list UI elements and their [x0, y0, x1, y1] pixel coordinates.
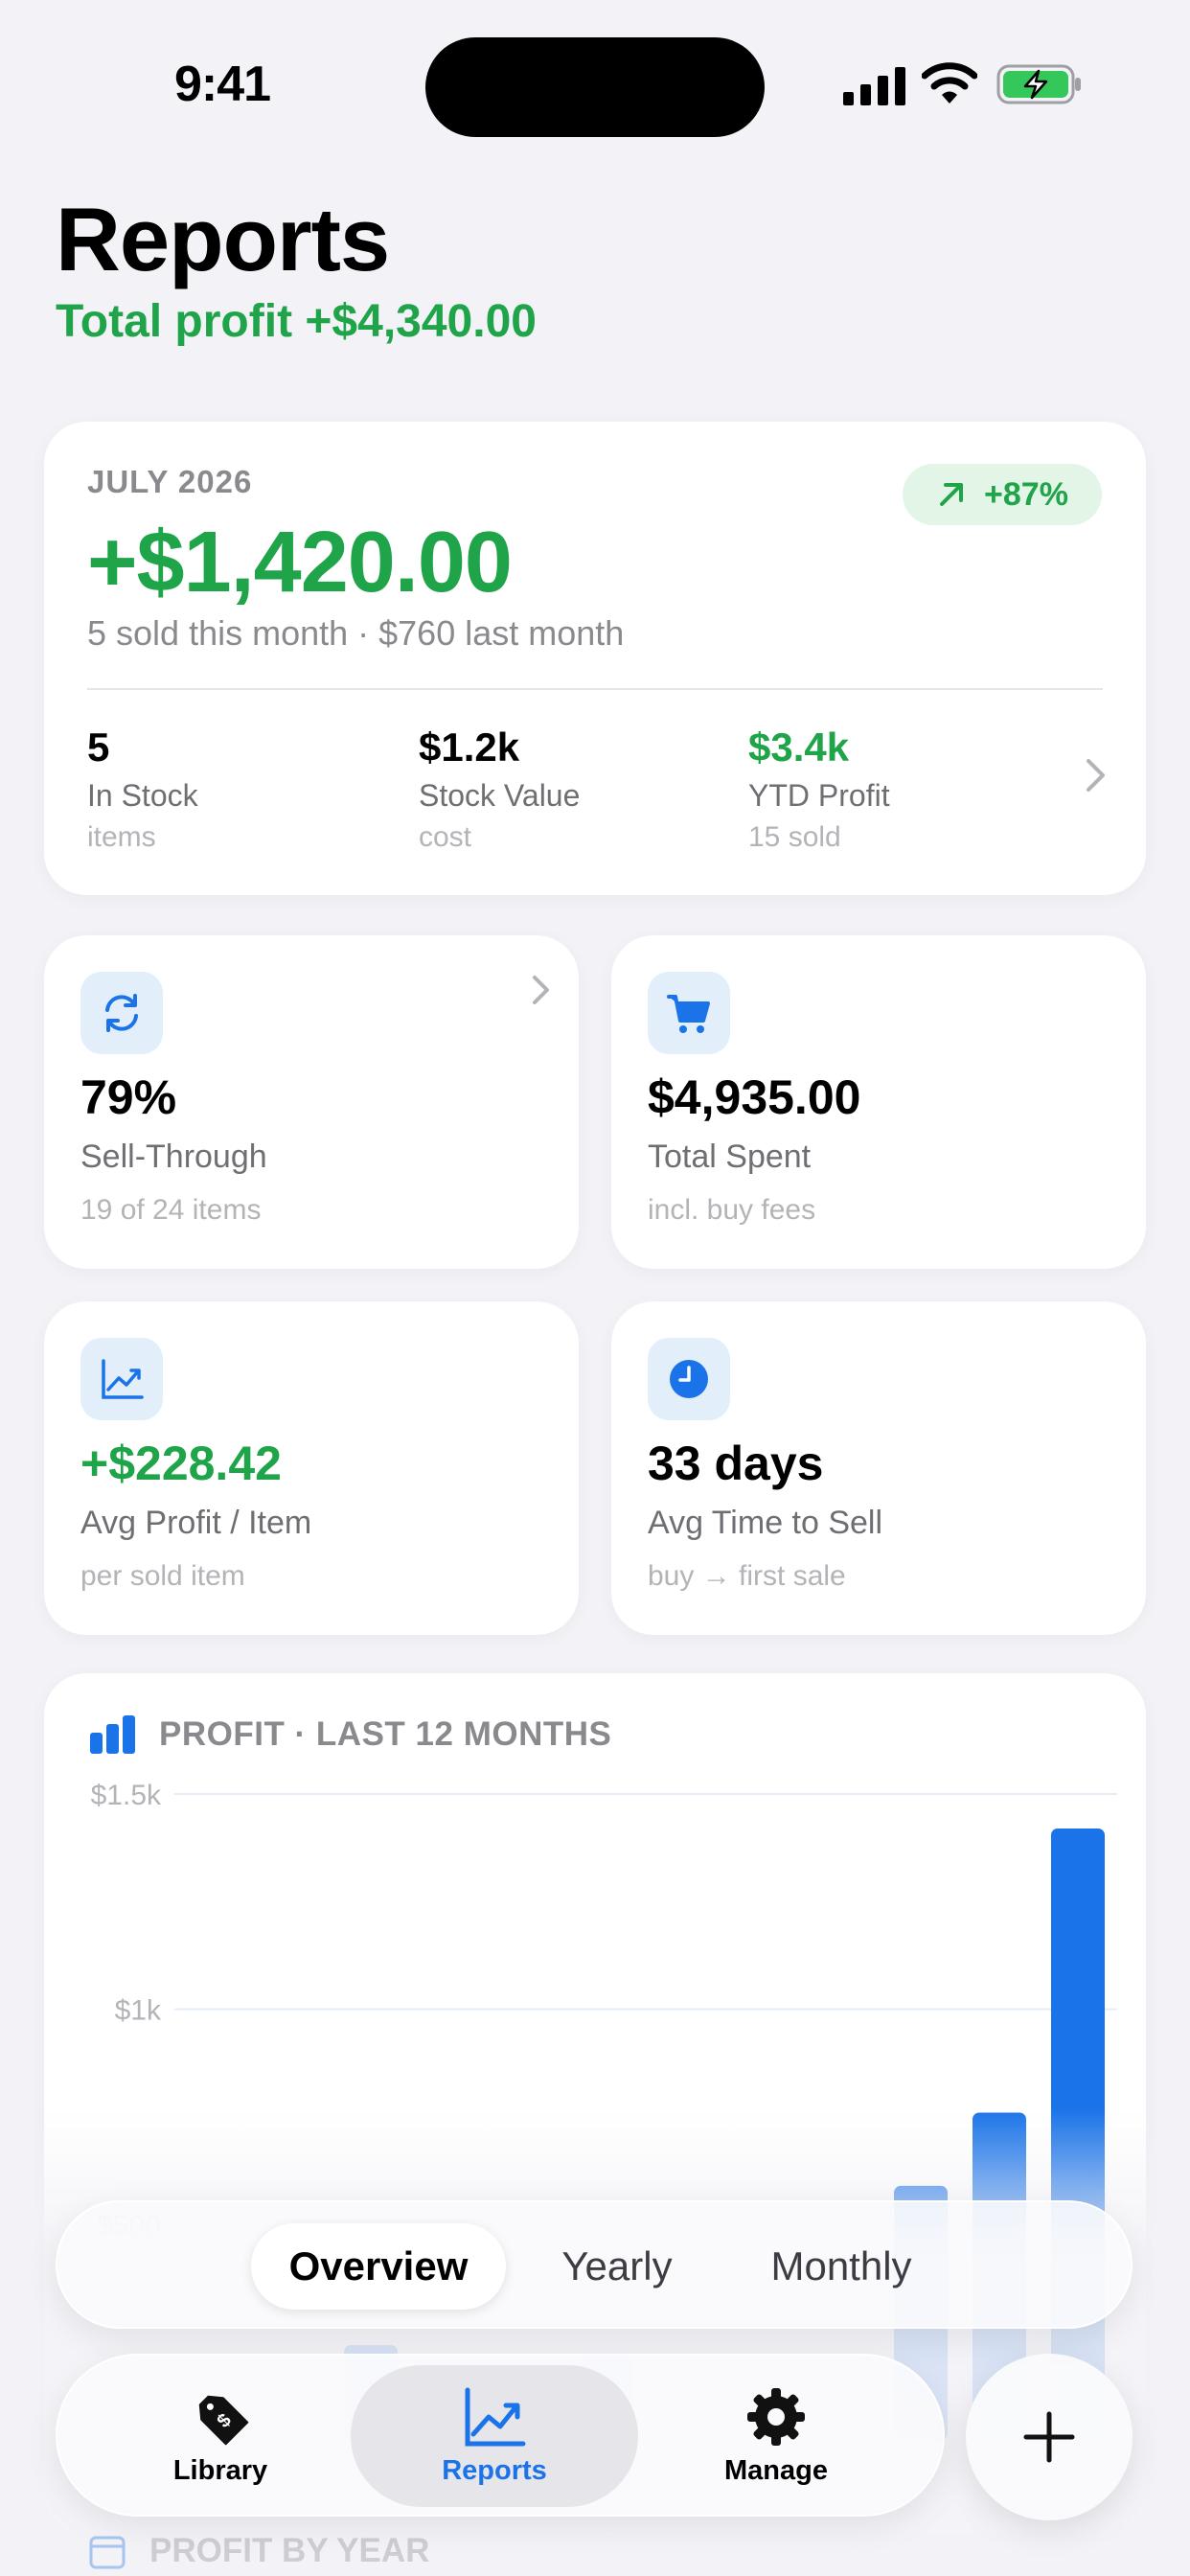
report-view-segmented-control: Overview Yearly Monthly	[56, 2200, 1133, 2329]
bar-chart-icon	[90, 1715, 135, 1754]
stat-label: In Stock	[87, 778, 198, 813]
change-badge-text: +87%	[984, 475, 1068, 513]
metric-value: 79%	[80, 1070, 177, 1124]
segment-overview[interactable]: Overview	[251, 2223, 506, 2310]
status-bar: 9:41	[0, 0, 1190, 144]
battery-charging-icon	[996, 64, 1081, 104]
metric-sub: buy → first sale	[648, 1560, 846, 1592]
stat-ytd-profit: $3.4k YTD Profit 15 sold	[748, 724, 890, 854]
section-title: PROFIT BY YEAR	[149, 2532, 430, 2569]
chevron-right-icon[interactable]	[1085, 757, 1108, 794]
stat-label: Stock Value	[419, 778, 581, 813]
y-tick-label: $1k	[115, 1995, 162, 2027]
cart-icon	[648, 972, 730, 1054]
divider	[87, 688, 1103, 690]
stat-sub: 15 sold	[748, 821, 841, 853]
change-badge: +87%	[903, 464, 1102, 525]
chevron-right-icon[interactable]	[531, 974, 552, 1006]
tab-bar: $ Library Reports Manage	[56, 2354, 945, 2517]
tab-manage[interactable]: Manage	[632, 2365, 920, 2507]
gear-icon	[747, 2387, 805, 2446]
total-spent-card[interactable]: $4,935.00 Total Spent incl. buy fees	[611, 935, 1146, 1269]
refresh-icon	[80, 972, 163, 1054]
segment-monthly[interactable]: Monthly	[726, 2223, 956, 2310]
tab-label: Library	[172, 2454, 268, 2486]
clock-icon	[648, 1338, 730, 1420]
stat-stock-value: $1.2k Stock Value cost	[419, 724, 580, 854]
stat-value: 5	[87, 724, 110, 770]
hero-month-label: JULY 2026	[87, 464, 253, 499]
metric-label: Sell-Through	[80, 1138, 267, 1175]
plus-icon	[1023, 2411, 1075, 2463]
tab-label: Manage	[724, 2454, 828, 2486]
tag-icon: $	[198, 2395, 249, 2445]
metric-value: $4,935.00	[648, 1070, 861, 1124]
chart-header: PROFIT · LAST 12 MONTHS	[88, 1715, 611, 1754]
chart-title: PROFIT · LAST 12 MONTHS	[159, 1715, 612, 1753]
stat-sub: cost	[419, 821, 472, 853]
trend-chart-icon	[80, 1338, 163, 1420]
dynamic-island	[425, 37, 765, 137]
metric-label: Total Spent	[648, 1138, 812, 1175]
avg-profit-card[interactable]: +$228.42 Avg Profit / Item per sold item	[44, 1301, 579, 1635]
calendar-icon	[89, 2536, 126, 2569]
arrow-up-right-icon	[940, 483, 964, 506]
y-tick-label: $1.5k	[91, 1780, 162, 1811]
month-detail-text: 5 sold this month · $760 last month	[87, 613, 625, 653]
tab-label: Reports	[442, 2454, 547, 2486]
metric-value: +$228.42	[80, 1437, 282, 1490]
stat-label: YTD Profit	[748, 778, 890, 813]
metric-sub: per sold item	[80, 1560, 245, 1592]
tab-library[interactable]: $ Library	[77, 2365, 364, 2507]
total-profit-summary: Total profit +$4,340.00	[56, 296, 537, 347]
wifi-icon	[922, 62, 977, 104]
metric-label: Avg Profit / Item	[80, 1505, 312, 1541]
stat-value: $3.4k	[748, 724, 850, 770]
stat-sub: items	[87, 821, 156, 853]
monthly-summary-card[interactable]: JULY 2026 +87% +$1,420.00 5 sold this mo…	[44, 422, 1146, 895]
month-profit-amount: +$1,420.00	[87, 515, 513, 610]
chart-line-icon	[465, 2387, 526, 2446]
metric-sub: incl. buy fees	[648, 1194, 816, 1226]
status-time: 9:41	[174, 57, 271, 112]
tab-reports[interactable]: Reports	[351, 2365, 638, 2507]
add-button[interactable]	[966, 2354, 1133, 2520]
avg-time-card[interactable]: 33 days Avg Time to Sell buy → first sal…	[611, 1301, 1146, 1635]
stat-in-stock: 5 In Stock items	[87, 724, 198, 854]
page-title: Reports	[56, 189, 390, 289]
metric-label: Avg Time to Sell	[648, 1505, 883, 1541]
sell-through-card[interactable]: 79% Sell-Through 19 of 24 items	[44, 935, 579, 1269]
metric-value: 33 days	[648, 1437, 824, 1490]
cellular-signal-icon	[843, 67, 905, 105]
segment-yearly[interactable]: Yearly	[521, 2223, 713, 2310]
profit-by-year-header: PROFIT BY YEAR	[88, 2532, 429, 2570]
stat-value: $1.2k	[419, 724, 520, 770]
metric-sub: 19 of 24 items	[80, 1194, 262, 1226]
